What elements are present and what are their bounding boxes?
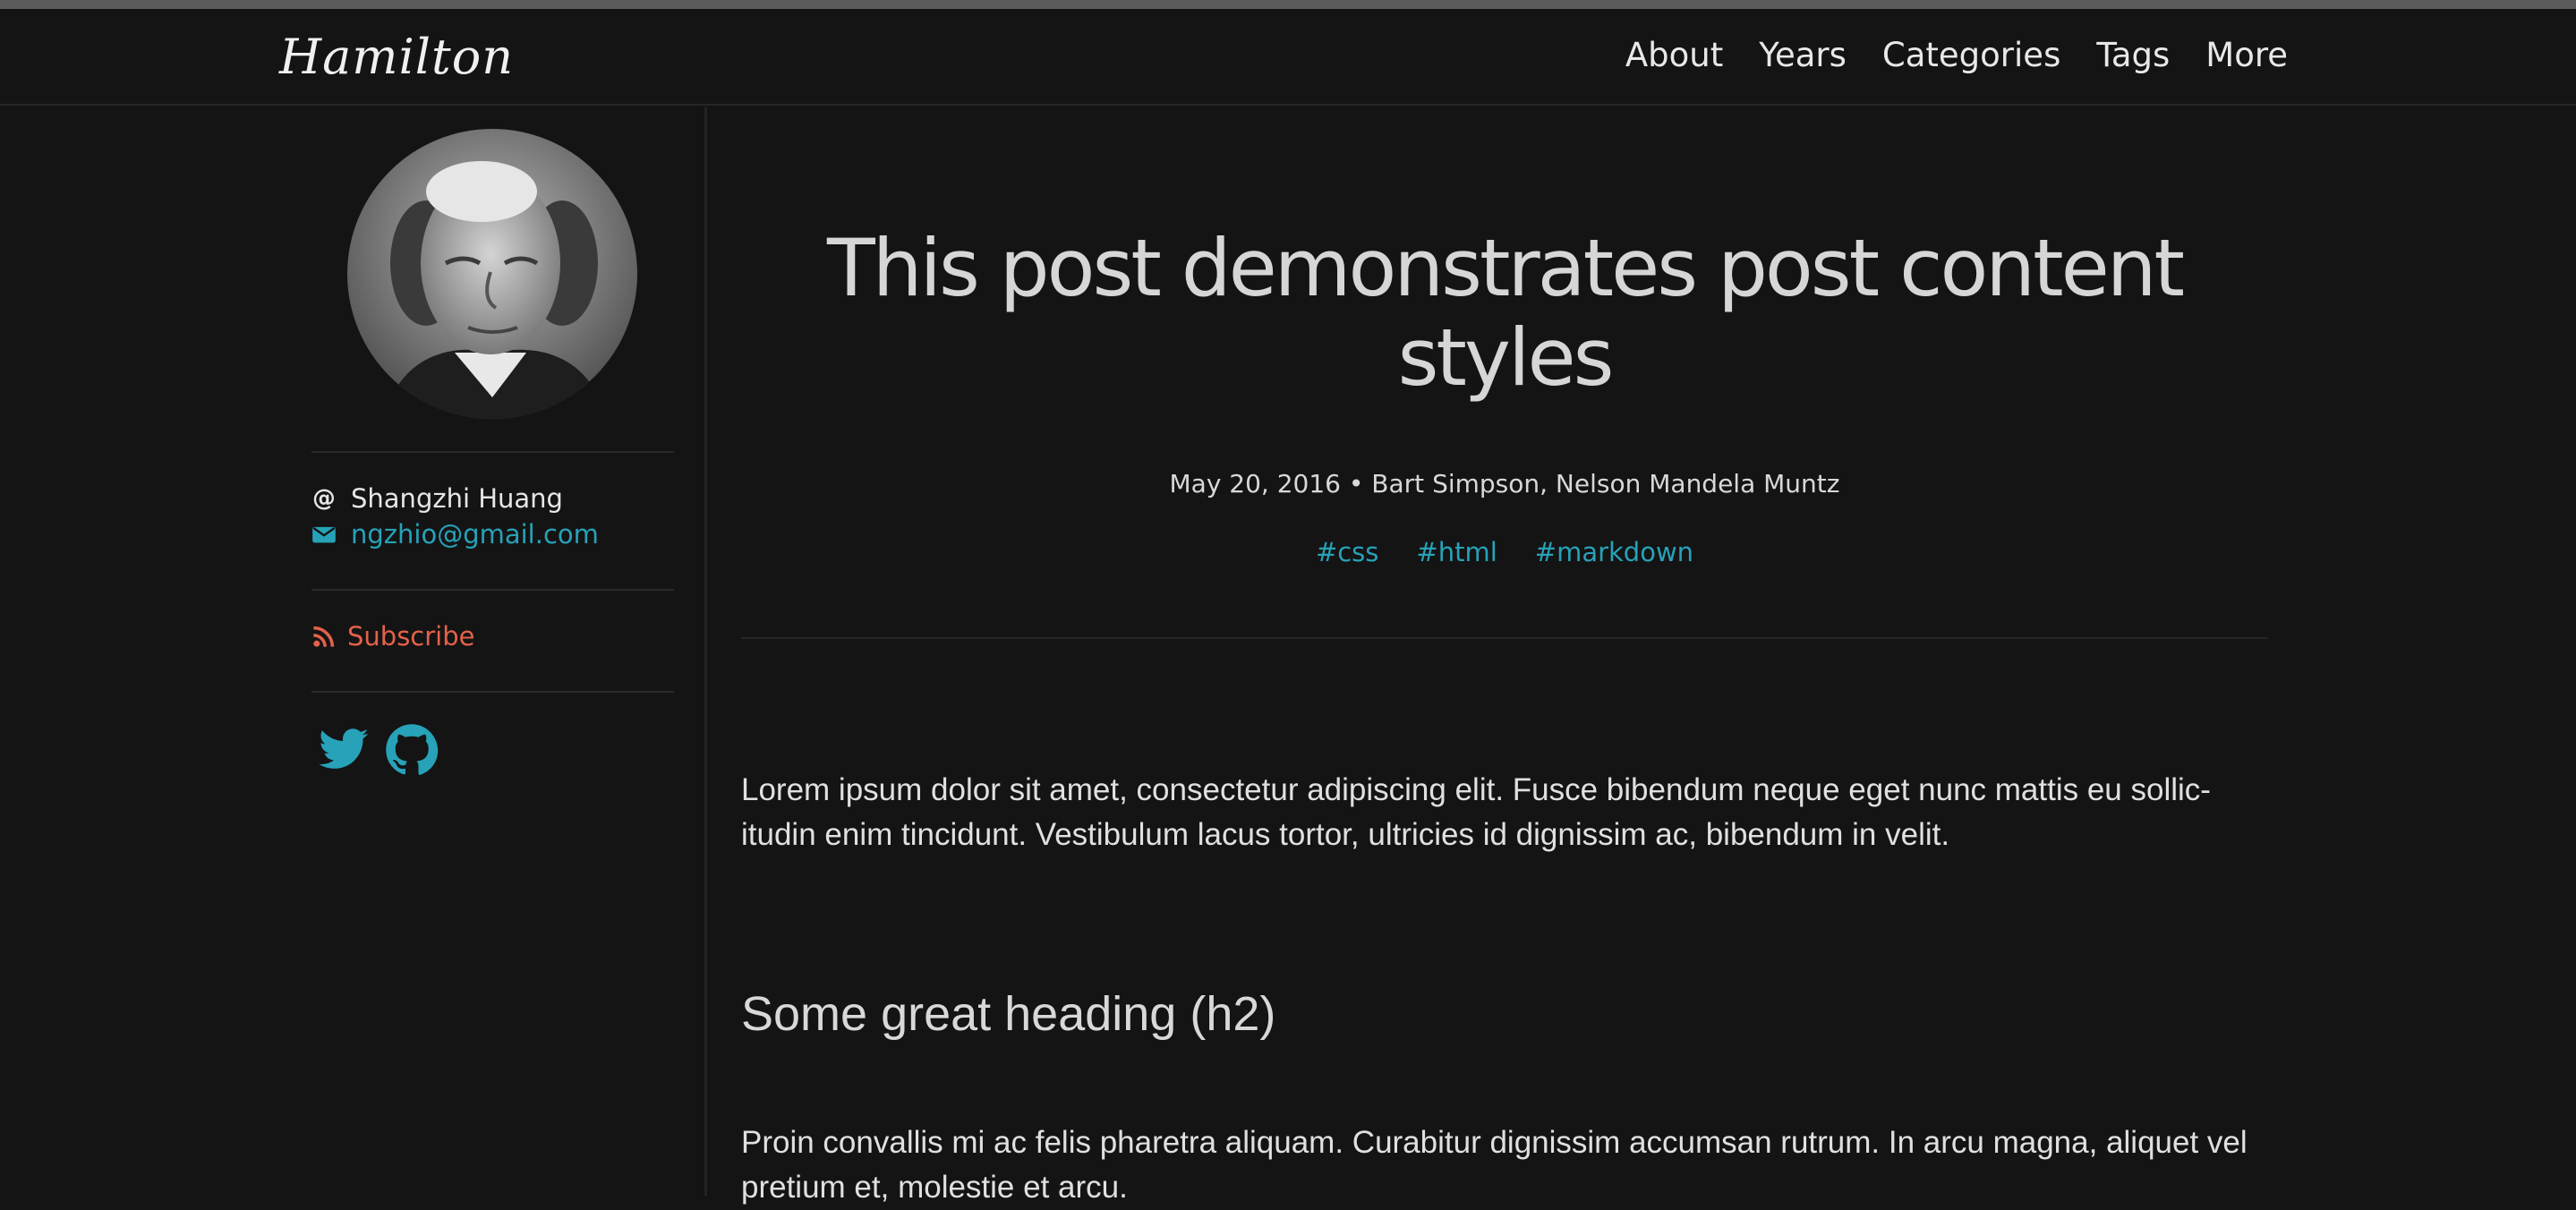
post-header-divider xyxy=(741,637,2268,639)
github-icon[interactable] xyxy=(385,723,439,777)
sidebar-divider xyxy=(311,589,674,591)
rss-icon xyxy=(313,626,335,647)
social-links xyxy=(317,723,439,777)
subscribe-link[interactable]: Subscribe xyxy=(347,621,474,652)
sidebar-divider xyxy=(311,691,674,693)
subscribe-row[interactable]: Subscribe xyxy=(311,621,474,652)
nav-links: About Years Categories Tags More xyxy=(1625,36,2288,74)
post-paragraph: Lorem ipsum dolor sit amet, consectetur … xyxy=(741,772,2211,852)
post-title: This post demonstrates post content styl… xyxy=(826,222,2185,404)
twitter-icon[interactable] xyxy=(317,723,371,777)
sidebar: @ Shangzhi Huang ngzhio@gmail.com Subscr… xyxy=(0,107,707,1196)
at-icon: @ xyxy=(312,486,336,511)
email-row: ngzhio@gmail.com xyxy=(311,519,599,550)
author-row: @ Shangzhi Huang xyxy=(311,483,563,514)
envelope-icon xyxy=(312,526,336,543)
post-paragraph: Proin convallis mi ac felis pharetra ali… xyxy=(741,1125,2248,1205)
post-content: This post demonstrates post content styl… xyxy=(741,107,2268,1205)
nav-link-tags[interactable]: Tags xyxy=(2096,36,2170,74)
nav-link-years[interactable]: Years xyxy=(1759,36,1847,74)
svg-text:@: @ xyxy=(312,486,336,511)
post-meta: May 20, 2016 • Bart Simpson, Nelson Mand… xyxy=(1169,469,1840,498)
tag-link-markdown[interactable]: #markdown xyxy=(1535,537,1693,567)
avatar xyxy=(347,129,637,419)
nav-link-about[interactable]: About xyxy=(1625,36,1723,74)
tag-link-html[interactable]: #html xyxy=(1416,537,1497,567)
email-link[interactable]: ngzhio@gmail.com xyxy=(351,519,599,550)
nav-link-categories[interactable]: Categories xyxy=(1882,36,2060,74)
site-logo[interactable]: Hamilton xyxy=(279,29,514,85)
tag-link-css[interactable]: #css xyxy=(1316,537,1378,567)
author-name: Shangzhi Huang xyxy=(351,483,563,514)
sidebar-divider xyxy=(311,451,674,453)
post-tags: #css #html #markdown xyxy=(741,537,2268,567)
navbar: Hamilton About Years Categories Tags Mor… xyxy=(0,9,2576,106)
avatar-portrait-image xyxy=(347,129,637,419)
top-strip xyxy=(0,0,2576,9)
nav-link-more[interactable]: More xyxy=(2205,36,2288,74)
post-heading-h2: Some great heading (h2) xyxy=(741,987,1276,1041)
